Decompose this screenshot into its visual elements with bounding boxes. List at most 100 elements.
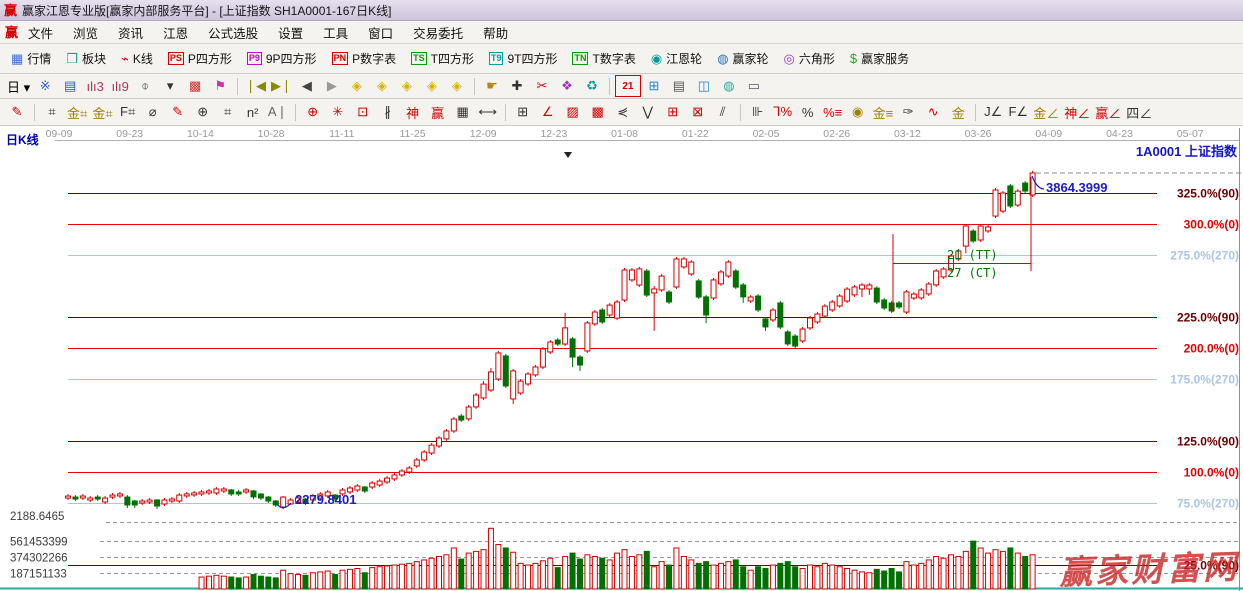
grid-dot-icon[interactable]: ⊞ bbox=[661, 102, 685, 122]
red-pen-icon[interactable]: ✎ bbox=[166, 102, 190, 122]
p-number-table-button[interactable]: PNP数字表 bbox=[326, 48, 403, 69]
t-square-button[interactable]: TST四方形 bbox=[405, 48, 480, 69]
ma3-icon[interactable]: ılı3 bbox=[83, 76, 107, 96]
kline-button[interactable]: ⌁K线 bbox=[115, 48, 159, 69]
notes-icon[interactable]: ▤ bbox=[667, 76, 691, 96]
menu-item-1[interactable]: 文件 bbox=[18, 21, 63, 44]
chart-pattern-icon[interactable]: ※ bbox=[33, 76, 57, 96]
f-angle-icon[interactable]: F∠ bbox=[1006, 102, 1030, 122]
style-dropdown-arrow[interactable]: ▾ bbox=[158, 76, 182, 96]
menu-item-10[interactable]: 帮助 bbox=[473, 21, 518, 44]
gann-ruler-icon[interactable]: ⌗ bbox=[40, 102, 64, 122]
prev-page-icon[interactable]: ◀ bbox=[295, 76, 319, 96]
percent-line-icon[interactable]: %≡ bbox=[821, 102, 845, 122]
date-tick-label: 03-12 bbox=[894, 128, 921, 140]
menu-item-4[interactable]: 江恩 bbox=[153, 21, 198, 44]
crosshair-tool-icon[interactable]: ✚ bbox=[505, 76, 529, 96]
grid-dot2-icon[interactable]: ⊠ bbox=[686, 102, 710, 122]
gann-circle-icon[interactable]: ⊕ bbox=[301, 102, 325, 122]
fan-box2-icon[interactable]: ▩ bbox=[586, 102, 610, 122]
diamond-expand-icon[interactable]: ◈ bbox=[395, 76, 419, 96]
sectors-button[interactable]: ❒板块 bbox=[60, 48, 112, 69]
ruler2-icon[interactable]: ⌗ bbox=[216, 102, 240, 122]
square-frame-icon[interactable]: ⊞ bbox=[511, 102, 535, 122]
p-square-button[interactable]: PSP四方形 bbox=[162, 48, 238, 69]
wave-percent-icon[interactable]: ∿ bbox=[921, 102, 945, 122]
gold-ruler-icon[interactable]: 金⌗ bbox=[65, 102, 89, 122]
calculator-icon[interactable]: ⊞ bbox=[642, 76, 666, 96]
t-number-table-button[interactable]: TNT数字表 bbox=[566, 48, 641, 69]
ma9-icon[interactable]: ılı9 bbox=[108, 76, 132, 96]
win-angle-icon[interactable]: 赢∠ bbox=[1093, 102, 1123, 122]
shen-angle-icon[interactable]: 神∠ bbox=[1062, 102, 1092, 122]
angle-lines-icon[interactable]: ⋞ bbox=[611, 102, 635, 122]
wave-count-icon[interactable]: ∦ bbox=[376, 102, 400, 122]
percent-range-icon[interactable]: ⅂% bbox=[771, 102, 795, 122]
candle-body bbox=[800, 329, 805, 341]
calendar-21-icon[interactable]: 21 bbox=[615, 75, 641, 97]
menu-item-5[interactable]: 公式选股 bbox=[198, 21, 268, 44]
menu-item-2[interactable]: 浏览 bbox=[63, 21, 108, 44]
spiral-icon[interactable]: ⌀ bbox=[141, 102, 165, 122]
menu-item-9[interactable]: 交易委托 bbox=[403, 21, 473, 44]
gann-star-icon[interactable]: ✳ bbox=[326, 102, 350, 122]
kline-chart[interactable]: 09-0909-2310-1410-2811-1111-2512-0912-23… bbox=[0, 127, 1243, 591]
shen-tool-icon[interactable]: 神 bbox=[401, 102, 425, 122]
hexagon-button[interactable]: ◎六角形 bbox=[778, 48, 841, 69]
last-page-icon[interactable]: ▶❘ bbox=[269, 76, 294, 96]
stats-column-icon[interactable]: ⊪ bbox=[746, 102, 770, 122]
width-span-icon[interactable]: ⟷ bbox=[476, 102, 500, 122]
gold-tool-icon[interactable]: 金 bbox=[946, 102, 970, 122]
export-web-icon[interactable]: ◍ bbox=[717, 76, 741, 96]
first-page-icon[interactable]: ❘◀ bbox=[243, 76, 268, 96]
9t-square-button[interactable]: T99T四方形 bbox=[483, 48, 564, 69]
parallel-lines-icon[interactable]: ⫽ bbox=[711, 102, 735, 122]
save-icon[interactable]: ◫ bbox=[692, 76, 716, 96]
volume-bar bbox=[474, 551, 479, 589]
period-day-dropdown[interactable]: 日 ▾ bbox=[5, 76, 32, 96]
gann-square-icon[interactable]: ⊡ bbox=[351, 102, 375, 122]
grid-123-icon[interactable]: ▦ bbox=[451, 102, 475, 122]
gann-wheel-button[interactable]: ◉江恩轮 bbox=[645, 48, 708, 69]
gold-line-icon[interactable]: 金≡ bbox=[871, 102, 896, 122]
f-ruler-icon[interactable]: F⌗ bbox=[116, 102, 140, 122]
wave-lines-icon[interactable]: ⋁ bbox=[636, 102, 660, 122]
win-tool-icon[interactable]: 赢 bbox=[426, 102, 450, 122]
info-doc-icon[interactable]: ▤ bbox=[58, 76, 82, 96]
draw-pen-icon[interactable]: ✎ bbox=[5, 102, 29, 122]
percent-icon[interactable]: % bbox=[796, 102, 820, 122]
diamond-shrink-icon[interactable]: ◈ bbox=[420, 76, 444, 96]
gold-circle-icon[interactable]: ◉ bbox=[846, 102, 870, 122]
menu-item-8[interactable]: 窗口 bbox=[358, 21, 403, 44]
j-angle-icon[interactable]: J∠ bbox=[981, 102, 1005, 122]
gold-ruler2-icon[interactable]: 金⌗ bbox=[90, 102, 114, 122]
winner-service-button[interactable]: $赢家服务 bbox=[844, 48, 915, 69]
n-square-icon[interactable]: n² bbox=[241, 102, 265, 122]
market-quotes-button[interactable]: ▦行情 bbox=[5, 48, 57, 69]
flag-chart-icon[interactable]: ⚑ bbox=[208, 76, 232, 96]
cycle-tool-icon[interactable]: ♻ bbox=[580, 76, 604, 96]
diamond-right-icon[interactable]: ◈ bbox=[370, 76, 394, 96]
pattern-grid-icon[interactable]: ▩ bbox=[183, 76, 207, 96]
four-angle-icon[interactable]: 四∠ bbox=[1124, 102, 1154, 122]
hand-tool-icon[interactable]: ☛ bbox=[480, 76, 504, 96]
menu-item-6[interactable]: 设置 bbox=[268, 21, 313, 44]
cut-tool-icon[interactable]: ✂ bbox=[530, 76, 554, 96]
window-titlebar[interactable]: 赢 赢家江恩专业版[赢家内部服务平台] - [上证指数 SH1A0001-167… bbox=[0, 0, 1243, 21]
winner-wheel-button[interactable]: ◍赢家轮 bbox=[711, 48, 774, 69]
diamond-left-icon[interactable]: ◈ bbox=[345, 76, 369, 96]
pen-mark-icon[interactable]: ✑ bbox=[896, 102, 920, 122]
gold-angle-icon[interactable]: 金∠ bbox=[1031, 102, 1061, 122]
9p-square-button[interactable]: P99P四方形 bbox=[241, 48, 323, 69]
fan-box-icon[interactable]: ▨ bbox=[561, 102, 585, 122]
menu-item-3[interactable]: 资讯 bbox=[108, 21, 153, 44]
print-icon[interactable]: ▭ bbox=[742, 76, 766, 96]
diamond-center-icon[interactable]: ◈ bbox=[445, 76, 469, 96]
next-page-icon[interactable]: ▶ bbox=[320, 76, 344, 96]
gann-fan-icon[interactable]: ∠ bbox=[536, 102, 560, 122]
circle-count-icon[interactable]: ⊕ bbox=[191, 102, 215, 122]
gann-pattern-tool-icon[interactable]: ❖ bbox=[555, 76, 579, 96]
menu-item-7[interactable]: 工具 bbox=[313, 21, 358, 44]
zoom-bottle-icon[interactable]: ⌽ bbox=[133, 76, 157, 96]
text-tool-icon[interactable]: A❘ bbox=[266, 102, 290, 122]
